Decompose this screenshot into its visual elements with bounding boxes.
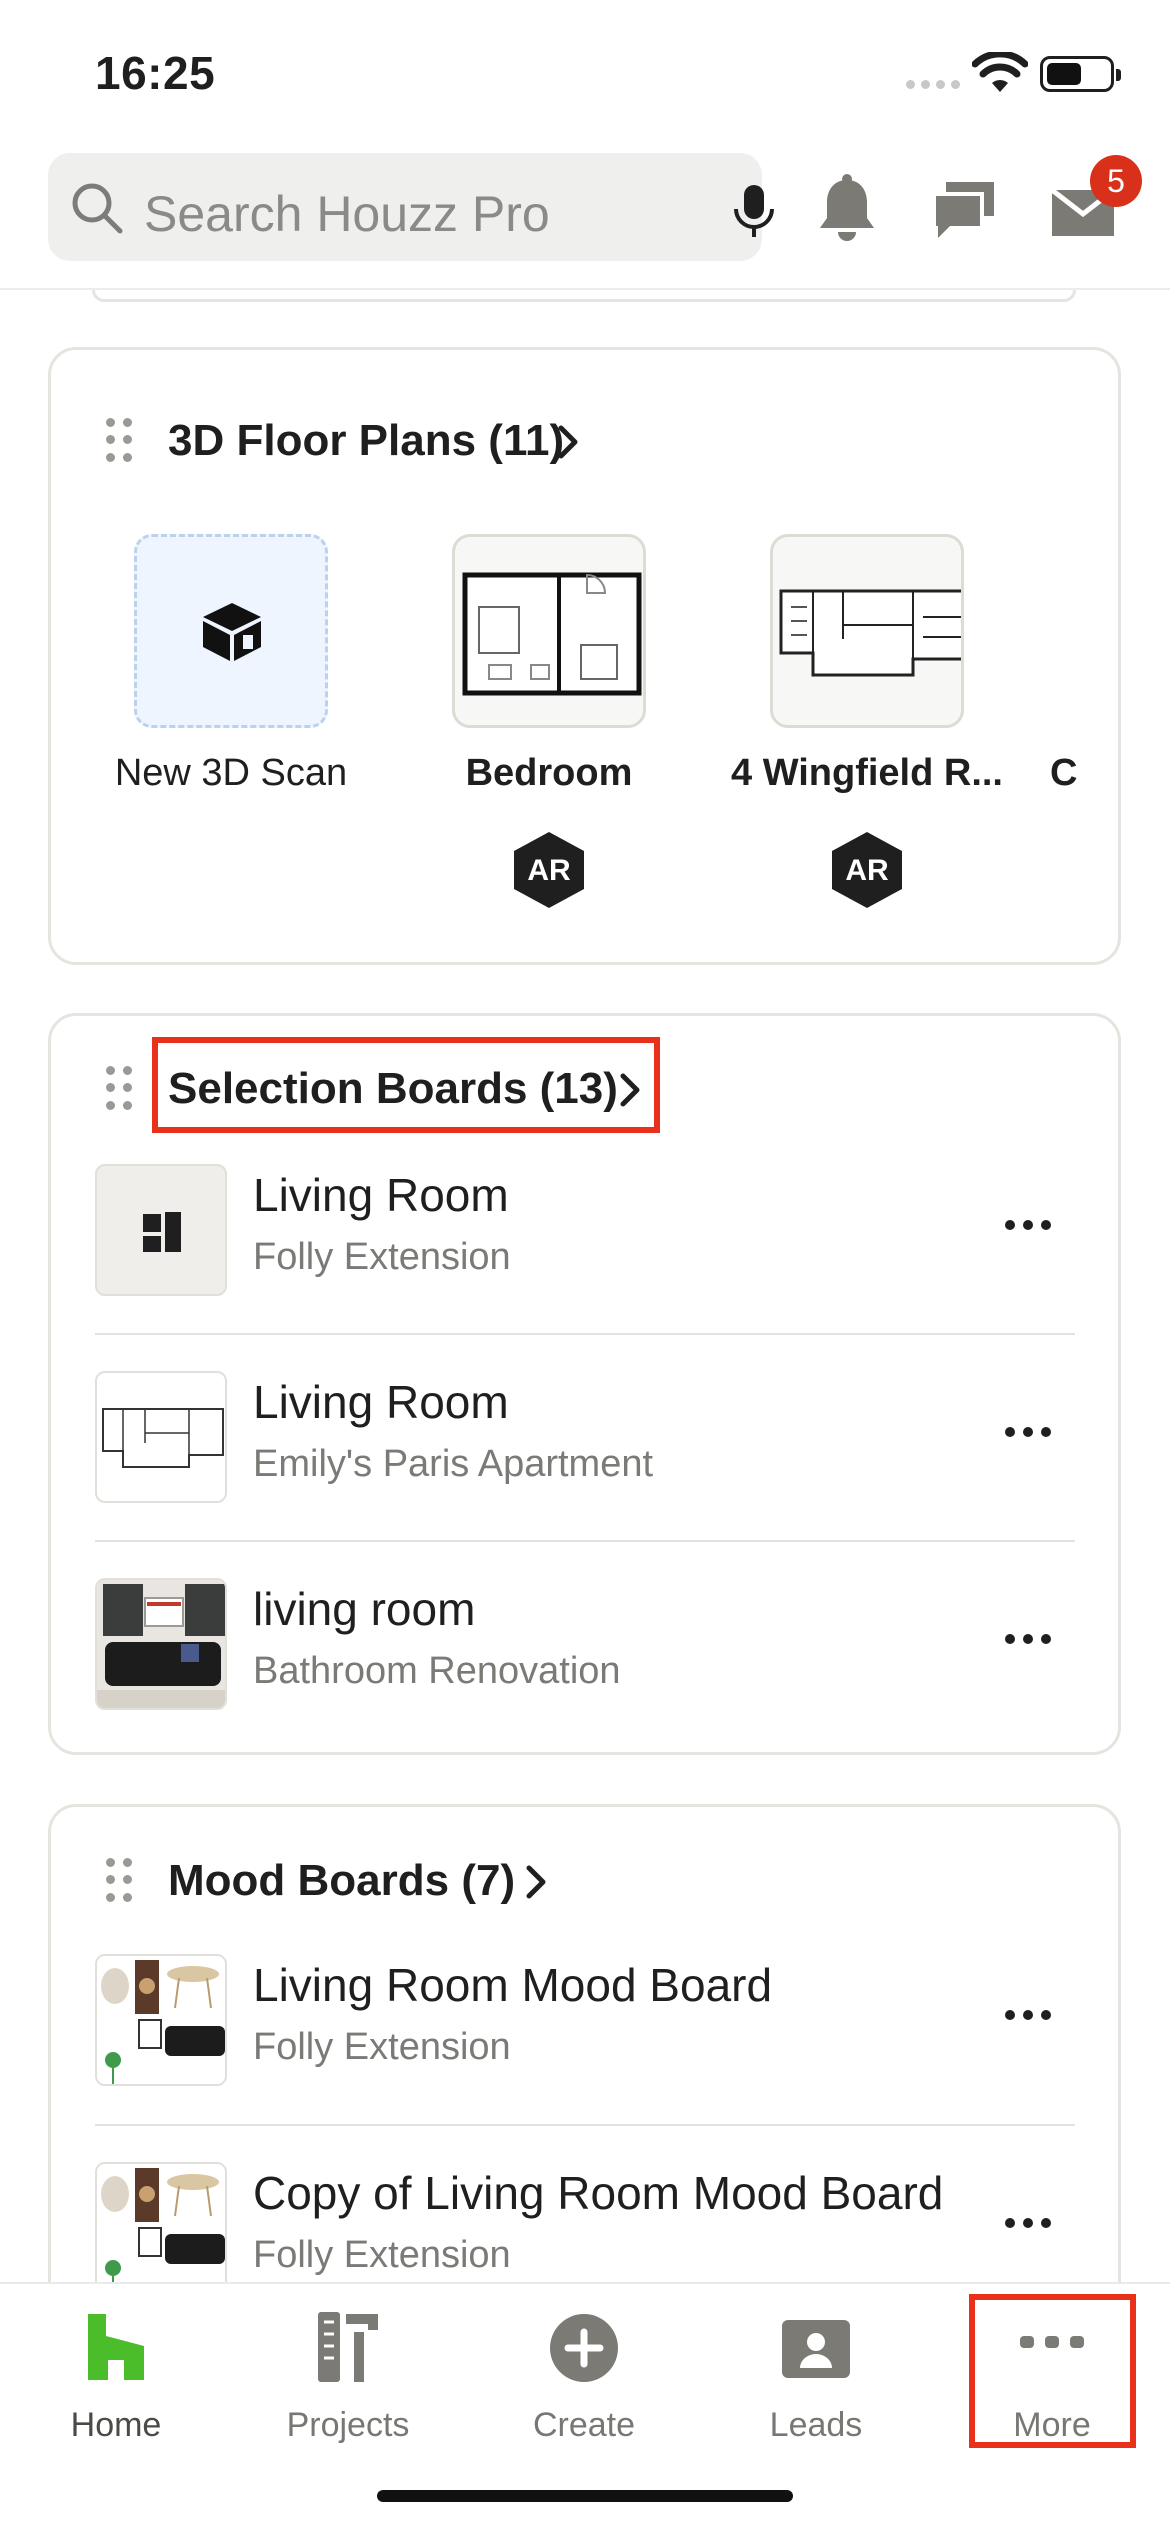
highlight-selection-boards: [152, 1037, 660, 1133]
notification-badge: 5: [1090, 155, 1142, 207]
tab-leads[interactable]: Leads: [716, 2306, 916, 2456]
messages-icon[interactable]: [928, 172, 1002, 246]
search-icon: [72, 183, 123, 234]
more-options-icon[interactable]: [1005, 1220, 1051, 1232]
ar-badge-label: AR: [845, 854, 889, 887]
board-title: living room: [253, 1583, 476, 1635]
more-options-icon[interactable]: [1005, 2218, 1051, 2230]
status-bar: 16:25: [0, 0, 1170, 140]
board-thumbnail: [95, 1954, 227, 2086]
drag-handle-icon[interactable]: [106, 1066, 132, 1112]
floor-plan-label: New 3D Scan: [114, 752, 348, 794]
tab-home[interactable]: Home: [16, 2306, 216, 2456]
plus-circle-icon: [550, 2314, 618, 2382]
more-options-icon[interactable]: [1005, 1634, 1051, 1646]
floor-plan-label: 4 Wingfield R...: [731, 752, 1003, 794]
list-item[interactable]: Living Room Mood Board Folly Extension: [95, 1914, 1075, 2120]
highlight-more-tab: [969, 2294, 1136, 2448]
chevron-right-icon[interactable]: [524, 1864, 548, 1900]
board-title: Living Room: [253, 1376, 509, 1428]
board-subtitle: Emily's Paris Apartment: [253, 1443, 654, 1485]
chevron-right-icon[interactable]: [556, 424, 580, 460]
floor-plan-drawing: [462, 572, 642, 696]
mood-boards-title[interactable]: Mood Boards (7): [168, 1856, 515, 1906]
ar-badge-label: AR: [527, 854, 571, 887]
tab-label: Projects: [286, 2406, 410, 2444]
mood-board-collage: [97, 1956, 225, 2084]
ar-badge-icon[interactable]: AR: [830, 830, 904, 910]
board-subtitle: Bathroom Renovation: [253, 1650, 621, 1692]
board-thumbnail: [95, 1371, 227, 1503]
new-3d-scan-tile[interactable]: [134, 534, 328, 728]
floor-plan-drawing: [102, 1408, 224, 1468]
board-subtitle: Folly Extension: [253, 2026, 511, 2068]
list-item[interactable]: Living Room Folly Extension: [95, 1124, 1075, 1330]
board-subtitle: Folly Extension: [253, 2234, 511, 2276]
mood-board-collage: [97, 2164, 225, 2292]
drag-handle-icon[interactable]: [106, 418, 132, 464]
board-title: Copy of Living Room Mood Board: [253, 2167, 944, 2219]
cellular-signal-icon: [906, 80, 960, 90]
battery-icon: [1040, 56, 1121, 92]
floor-plans-title[interactable]: 3D Floor Plans (11): [168, 416, 564, 466]
floor-plan-drawing: [779, 589, 961, 677]
microphone-icon[interactable]: [732, 183, 776, 239]
floor-plan-label: Bedroom: [465, 752, 633, 794]
leads-icon: [782, 2320, 850, 2378]
search-input[interactable]: Search Houzz Pro: [144, 185, 550, 243]
projects-icon: [318, 2312, 378, 2382]
more-options-icon[interactable]: [1005, 2010, 1051, 2022]
living-room-photo: [97, 1580, 225, 1708]
search-bar[interactable]: Search Houzz Pro: [48, 153, 774, 261]
floor-plan-label: C: [1050, 752, 1078, 794]
previous-card-edge: [92, 290, 1076, 302]
board-title: Living Room: [253, 1169, 509, 1221]
list-item[interactable]: Living Room Emily's Paris Apartment: [95, 1331, 1075, 1537]
floor-plan-thumbnail-wingfield[interactable]: [770, 534, 964, 728]
houzz-home-icon: [88, 2314, 144, 2380]
more-options-icon[interactable]: [1005, 1427, 1051, 1439]
board-thumbnail: [95, 1164, 227, 1296]
status-time: 16:25: [95, 47, 216, 99]
floor-plan-thumbnail-bedroom[interactable]: [452, 534, 646, 728]
drag-handle-icon[interactable]: [106, 1858, 132, 1904]
list-item[interactable]: living room Bathroom Renovation: [95, 1538, 1075, 1744]
board-thumbnail: [95, 1578, 227, 1710]
tab-create[interactable]: Create: [484, 2306, 684, 2456]
top-header: Search Houzz Pro: [0, 140, 1170, 290]
board-thumbnail: [95, 2162, 227, 2294]
tab-label: Home: [70, 2406, 162, 2444]
tab-label: Leads: [769, 2406, 863, 2444]
cube-scan-icon: [203, 603, 261, 661]
board-subtitle: Folly Extension: [253, 1236, 511, 1278]
home-indicator: [377, 2490, 793, 2502]
bell-icon[interactable]: [810, 172, 884, 246]
wifi-icon: [972, 52, 1028, 92]
ar-badge-icon[interactable]: AR: [512, 830, 586, 910]
board-title: Living Room Mood Board: [253, 1959, 773, 2011]
tab-projects[interactable]: Projects: [248, 2306, 448, 2456]
board-placeholder-icon: [143, 1212, 181, 1252]
tab-label: Create: [532, 2406, 636, 2444]
